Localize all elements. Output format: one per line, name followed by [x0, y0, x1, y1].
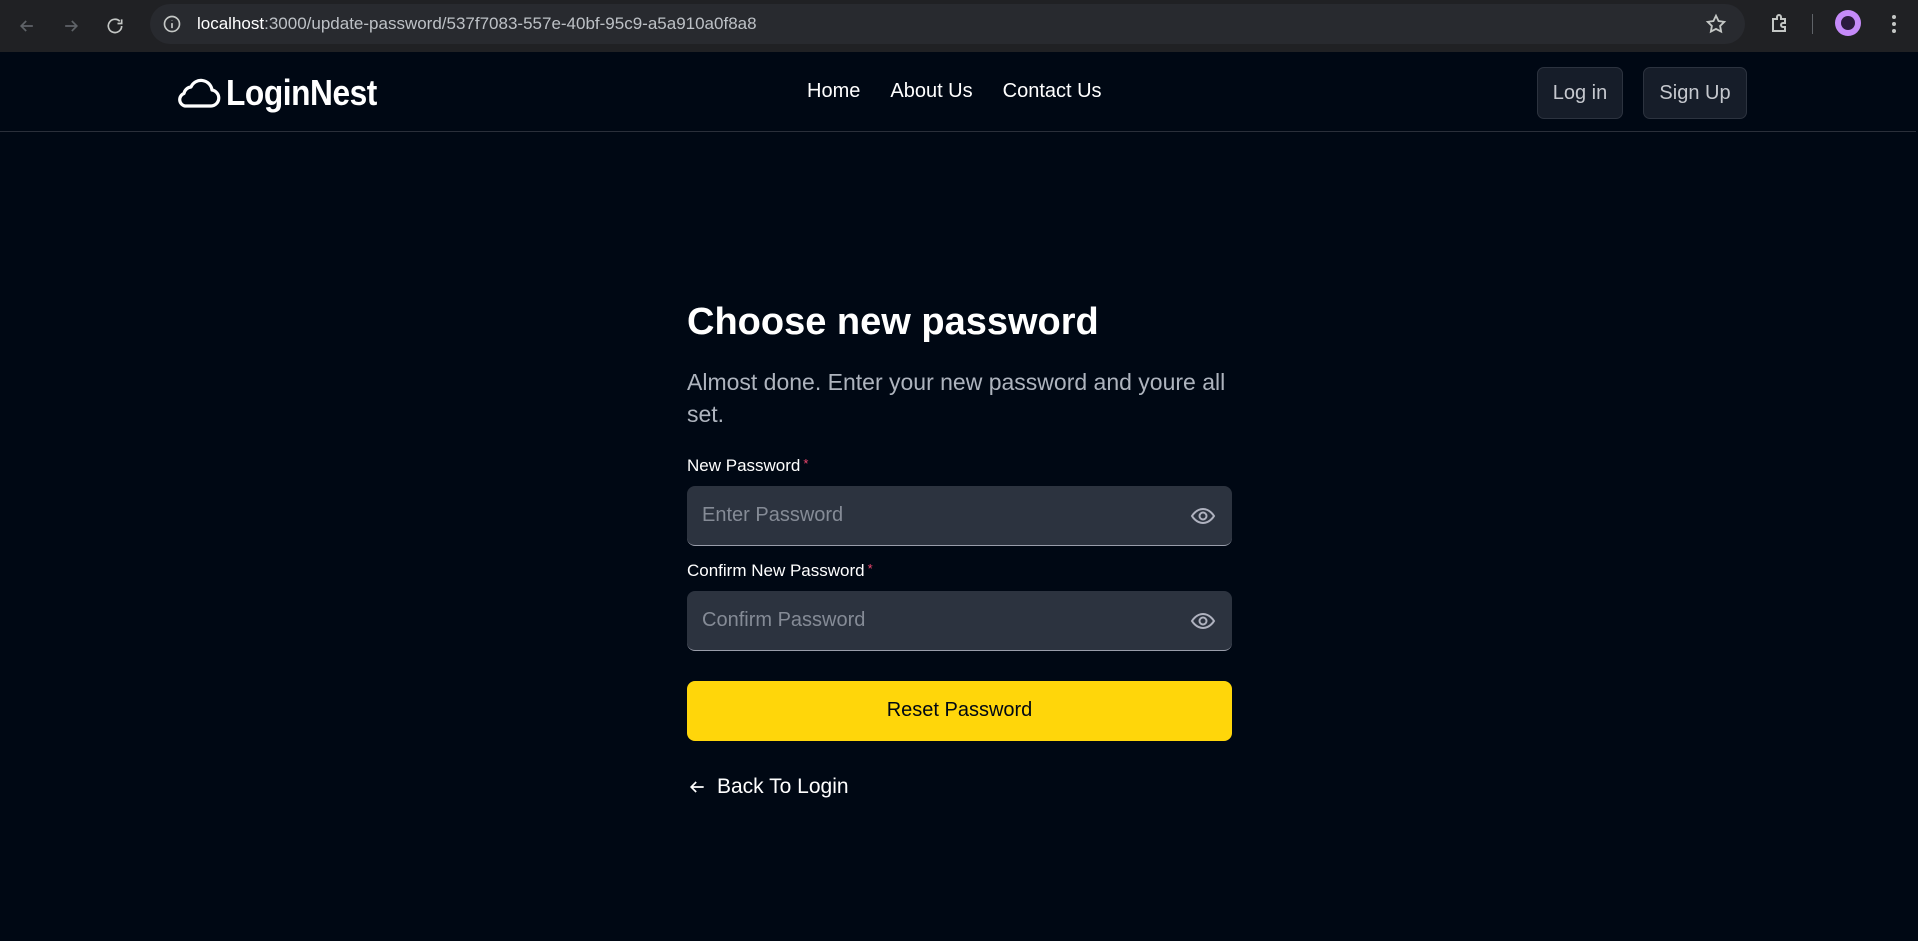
back-arrow-icon[interactable]	[5, 4, 49, 48]
bookmark-star-icon[interactable]	[1705, 13, 1727, 35]
nav-contact-us[interactable]: Contact Us	[1003, 80, 1102, 103]
logo-text: LoginNest	[226, 72, 377, 113]
page-title: Choose new password	[687, 301, 1099, 343]
new-password-label-text: New Password	[687, 455, 801, 475]
site-info-icon[interactable]	[161, 13, 183, 35]
page-subtitle: Almost done. Enter your new password and…	[687, 368, 1226, 427]
required-mark: *	[803, 455, 809, 471]
browser-toolbar: localhost:3000/update-password/537f7083-…	[0, 0, 1918, 52]
arrow-left-icon	[689, 781, 704, 793]
cloud-logo-icon	[178, 78, 221, 108]
confirm-password-field	[687, 590, 1232, 651]
confirm-password-label: Confirm New Password *	[687, 561, 1232, 581]
site-logo[interactable]: LoginNest	[172, 72, 398, 114]
reload-icon[interactable]	[93, 4, 137, 48]
confirm-password-input[interactable]	[687, 590, 1232, 650]
extensions-puzzle-icon[interactable]	[1768, 11, 1792, 35]
profile-avatar[interactable]	[1835, 10, 1861, 36]
back-to-login-link[interactable]: Back To Login	[687, 775, 1232, 799]
url-text[interactable]: localhost:3000/update-password/537f7083-…	[197, 14, 757, 34]
site-header: LoginNest Home About Us Contact Us Log i…	[0, 52, 1916, 132]
reset-password-form: Choose new password Almost done. Enter y…	[687, 300, 1232, 799]
login-button[interactable]: Log in	[1537, 67, 1623, 119]
url-host: localhost	[197, 14, 265, 33]
signup-button[interactable]: Sign Up	[1643, 67, 1747, 119]
new-password-label: New Password *	[687, 456, 1232, 476]
required-mark: *	[867, 560, 873, 576]
reset-password-button[interactable]: Reset Password	[687, 680, 1232, 741]
back-to-login-text: Back To Login	[717, 774, 849, 798]
forward-arrow-icon[interactable]	[49, 4, 93, 48]
main-nav: Home About Us Contact Us	[807, 80, 1102, 103]
address-bar[interactable]: localhost:3000/update-password/537f7083-…	[150, 4, 1745, 44]
toolbar-divider	[1812, 14, 1813, 34]
eye-icon[interactable]	[1190, 504, 1216, 528]
confirm-password-label-text: Confirm New Password	[687, 560, 865, 580]
new-password-input[interactable]	[687, 485, 1232, 545]
more-menu-icon[interactable]	[1882, 12, 1906, 36]
new-password-field	[687, 485, 1232, 546]
eye-icon[interactable]	[1190, 609, 1216, 633]
url-path: :3000/update-password/537f7083-557e-40bf…	[264, 14, 757, 33]
nav-about-us[interactable]: About Us	[890, 80, 972, 103]
nav-home[interactable]: Home	[807, 80, 860, 103]
